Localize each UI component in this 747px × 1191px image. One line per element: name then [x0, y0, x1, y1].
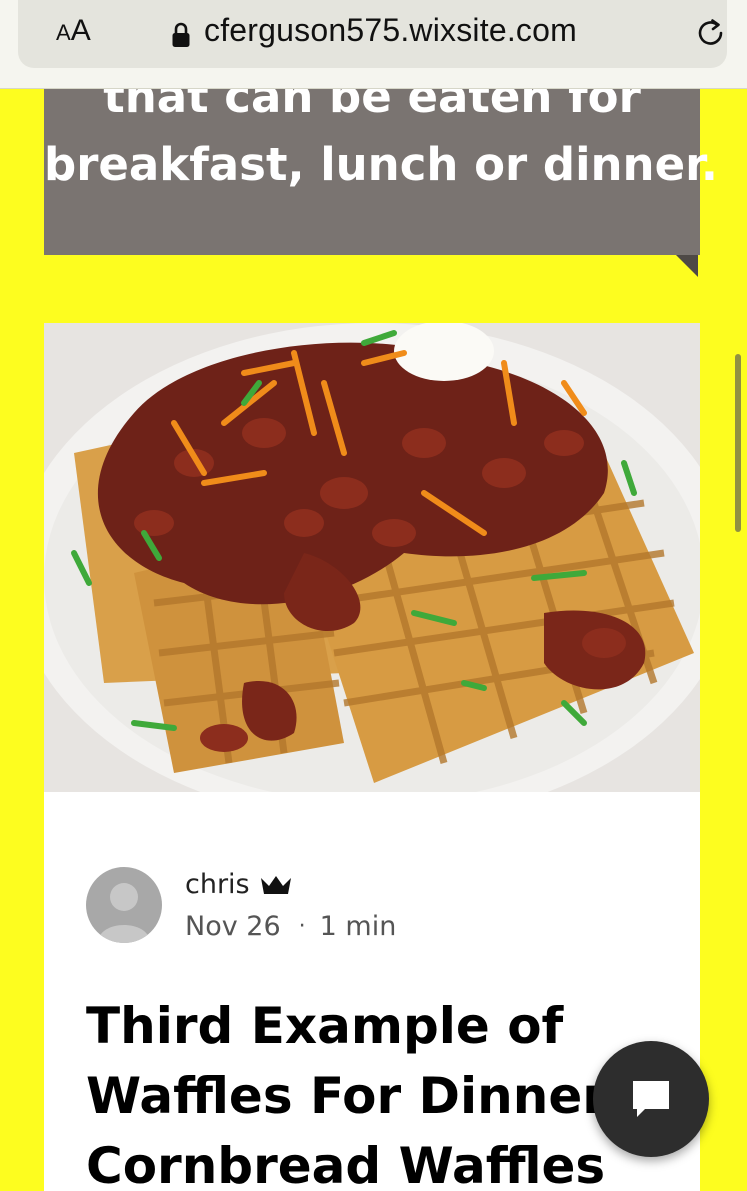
text-size-big-a: A: [70, 14, 91, 47]
tagline-box-corner: [676, 255, 698, 277]
tagline-line-2: breakfast, lunch or dinner.: [44, 138, 718, 191]
post-title-line-2: Waffles For Dinner:: [86, 1067, 627, 1125]
post-title-line-3: Cornbread Waffles: [86, 1137, 606, 1191]
post-title[interactable]: Third Example of Waffles For Dinner: Cor…: [86, 991, 627, 1191]
author-avatar[interactable]: [86, 867, 162, 943]
food-photo-illustration: [44, 323, 700, 792]
post-date: Nov 26: [185, 911, 281, 942]
author-name[interactable]: chris: [185, 869, 250, 900]
user-silhouette-icon: [98, 883, 150, 943]
chat-icon: [633, 1081, 669, 1117]
post-card[interactable]: chris Nov 26 · 1 min Third Example of Wa…: [44, 323, 700, 1191]
text-size-button[interactable]: A A: [56, 14, 91, 54]
page: that can be eaten for breakfast, lunch o…: [0, 0, 747, 1191]
author-name-row: chris: [185, 869, 292, 900]
post-cover-image[interactable]: [44, 323, 700, 792]
crown-icon: [260, 875, 291, 894]
post-title-line-1: Third Example of: [86, 997, 564, 1055]
browser-address-bar: A A cferguson575.wixsite.com: [0, 0, 747, 89]
lock-icon: [172, 22, 190, 47]
reload-icon[interactable]: [694, 16, 728, 50]
text-size-small-a: A: [56, 20, 71, 45]
post-meta: Nov 26 · 1 min: [185, 911, 396, 942]
url-field[interactable]: A A cferguson575.wixsite.com: [18, 0, 727, 68]
url-text: cferguson575.wixsite.com: [204, 12, 577, 48]
scrollbar-thumb[interactable]: [735, 354, 741, 532]
meta-separator: ·: [298, 914, 306, 939]
chat-button[interactable]: [593, 1041, 709, 1157]
read-time: 1 min: [319, 911, 397, 942]
